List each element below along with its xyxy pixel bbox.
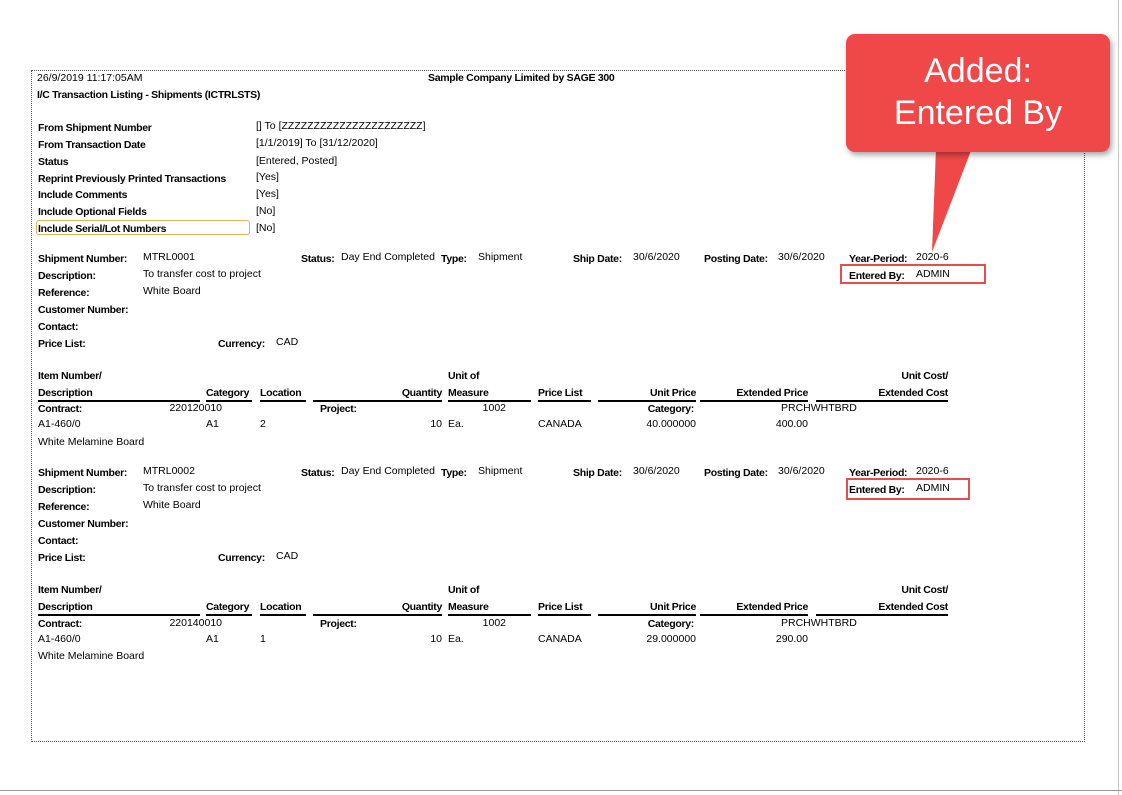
callout-line-1: Added: — [924, 52, 1032, 90]
callout-box: Added: Entered By — [846, 34, 1110, 152]
callout-tail-shape — [932, 148, 972, 252]
callout-line-2: Entered By — [893, 94, 1063, 132]
